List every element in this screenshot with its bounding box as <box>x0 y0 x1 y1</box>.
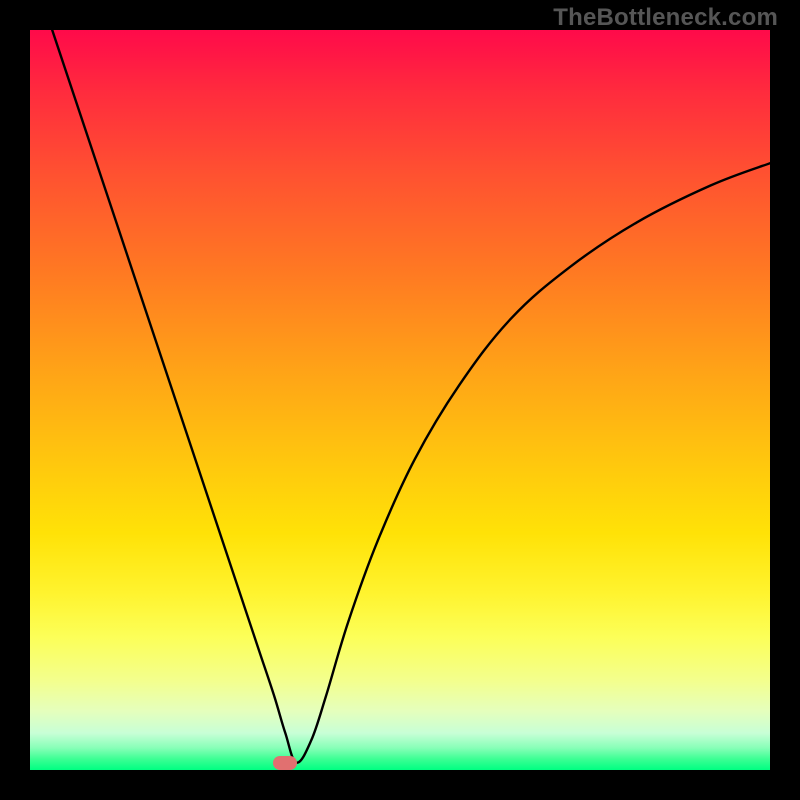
chart-container: TheBottleneck.com <box>0 0 800 800</box>
plot-area <box>30 30 770 770</box>
curve-svg <box>30 30 770 770</box>
watermark-text: TheBottleneck.com <box>553 4 778 32</box>
minimum-marker <box>273 756 297 770</box>
bottleneck-curve <box>52 30 770 763</box>
